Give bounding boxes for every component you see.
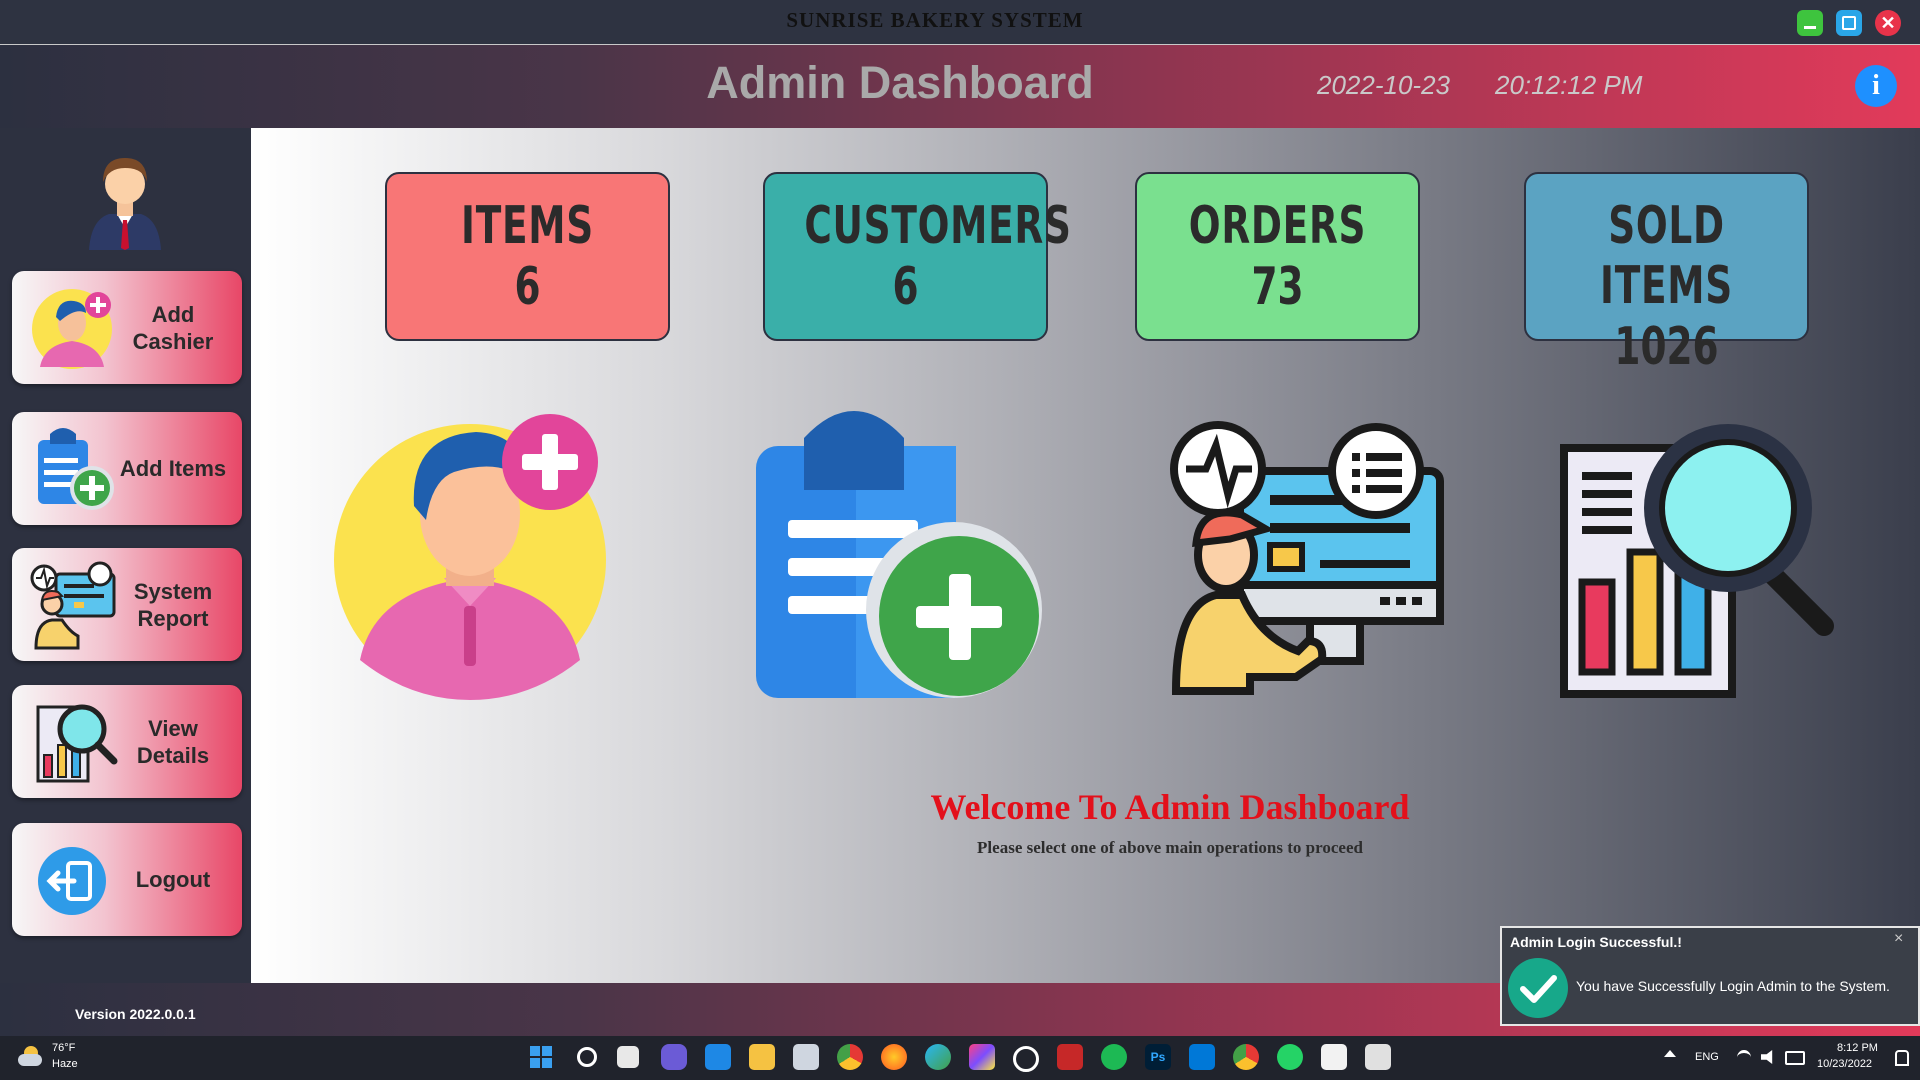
vscode-icon[interactable] [1189, 1044, 1215, 1070]
add-items-button[interactable]: Add Items [12, 412, 242, 525]
sidebar-item-label: Logout [135, 867, 211, 892]
start-icon[interactable] [528, 1044, 554, 1070]
sidebar-item-label: Add Cashier [132, 301, 214, 354]
close-button[interactable]: ✕ [1875, 10, 1901, 36]
stat-card-sold-items: SOLD ITEMS 1026 [1524, 172, 1809, 377]
welcome-heading: Welcome To Admin Dashboard [930, 787, 1410, 827]
notification-bell-icon[interactable] [1895, 1050, 1909, 1066]
monitor-report-icon [30, 561, 116, 650]
clock-date[interactable]: 10/23/2022 [1817, 1058, 1872, 1070]
add-items-large-icon[interactable] [754, 410, 1044, 700]
stat-card-items: ITEMS 6 [385, 172, 670, 341]
stat-card-orders: ORDERS 73 [1135, 172, 1420, 341]
header-time: 20:12:12 PM [1495, 70, 1643, 100]
java-icon[interactable] [1365, 1044, 1391, 1070]
stat-card-customers: CUSTOMERS 6 [763, 172, 1072, 341]
weather-temp: 76°F [52, 1042, 76, 1054]
jetbrains-icon[interactable] [969, 1044, 995, 1070]
search-icon[interactable] [573, 1044, 599, 1070]
stat-value: 6 [892, 257, 919, 317]
toast-message: You have Successfully Login Admin to the… [1576, 978, 1890, 994]
version-label: Version 2022.0.0.1 [75, 1006, 196, 1022]
photos-icon[interactable] [793, 1044, 819, 1070]
stat-title: ORDERS [1188, 196, 1367, 256]
stat-value: 73 [1251, 257, 1304, 317]
app-title: SUNRISE BAKERY SYSTEM [786, 8, 1084, 32]
admin-avatar-icon [89, 158, 161, 250]
whatsapp-icon[interactable] [1277, 1044, 1303, 1070]
chrome-canary-icon[interactable] [1233, 1044, 1259, 1070]
task-view-icon[interactable] [617, 1046, 639, 1068]
bakery-app-icon[interactable] [1321, 1044, 1347, 1070]
stat-title: SOLD ITEMS [1600, 196, 1733, 316]
chevron-up-icon[interactable] [1664, 1050, 1676, 1057]
system-report-button[interactable]: System Report [12, 548, 242, 661]
add-cashier-large-icon[interactable] [334, 410, 614, 700]
sidebar-item-label: System Report [133, 578, 213, 631]
add-cashier-button[interactable]: Add Cashier [12, 271, 242, 384]
toast-title: Admin Login Successful.! [1510, 934, 1682, 950]
battery-icon[interactable] [1785, 1051, 1805, 1065]
stat-title: CUSTOMERS [804, 196, 1072, 256]
sidebar: Add Cashier Add Items System Report View… [0, 128, 251, 983]
login-success-toast: Admin Login Successful.! × You have Succ… [1500, 926, 1920, 1026]
page-title: Admin Dashboard [706, 57, 1094, 108]
clock-time[interactable]: 8:12 PM [1837, 1042, 1878, 1054]
logout-icon [38, 847, 106, 915]
info-button[interactable]: i [1855, 65, 1897, 107]
check-icon [1508, 958, 1568, 1018]
add-user-icon [32, 289, 112, 369]
maximize-button[interactable] [1836, 10, 1862, 36]
weather-desc: Haze [52, 1058, 78, 1070]
magnifier-chart-icon [36, 704, 118, 783]
logout-button[interactable]: Logout [12, 823, 242, 936]
stat-value: 1026 [1614, 317, 1719, 377]
view-details-button[interactable]: View Details [12, 685, 242, 798]
view-details-large-icon[interactable] [1560, 412, 1850, 702]
weather-icon [18, 1046, 42, 1068]
taskbar: 76°F Haze Ps ENG 8:12 PM 10/23/2022 [0, 1036, 1920, 1080]
welcome-subtext: Please select one of above main operatio… [977, 838, 1363, 857]
sidebar-item-label: View Details [136, 715, 210, 768]
file-explorer-icon[interactable] [749, 1044, 775, 1070]
chat-icon[interactable] [661, 1044, 687, 1070]
photoshop-icon[interactable]: Ps [1145, 1044, 1171, 1070]
mail-icon[interactable] [705, 1044, 731, 1070]
title-bar: SUNRISE BAKERY SYSTEM ✕ [0, 0, 1920, 45]
speedometer-icon[interactable] [1013, 1046, 1039, 1072]
stat-value: 6 [514, 257, 541, 317]
language-indicator[interactable]: ENG [1695, 1051, 1719, 1063]
volume-icon[interactable] [1761, 1050, 1773, 1064]
spotify-icon[interactable] [1101, 1044, 1127, 1070]
edge-icon[interactable] [925, 1044, 951, 1070]
toast-close-icon[interactable]: × [1894, 930, 1903, 948]
minimize-button[interactable] [1797, 10, 1823, 36]
stat-title: ITEMS [461, 196, 594, 256]
wifi-icon[interactable] [1737, 1050, 1751, 1065]
clipboard-add-icon [38, 428, 114, 510]
firefox-icon[interactable] [881, 1044, 907, 1070]
header-bar: Admin Dashboard 2022-10-23 20:12:12 PM i [0, 45, 1920, 128]
sidebar-item-label: Add Items [119, 456, 227, 481]
app-icon[interactable] [1057, 1044, 1083, 1070]
chrome-icon[interactable] [837, 1044, 863, 1070]
system-report-large-icon[interactable] [1170, 415, 1450, 695]
header-date: 2022-10-23 [1317, 70, 1450, 100]
